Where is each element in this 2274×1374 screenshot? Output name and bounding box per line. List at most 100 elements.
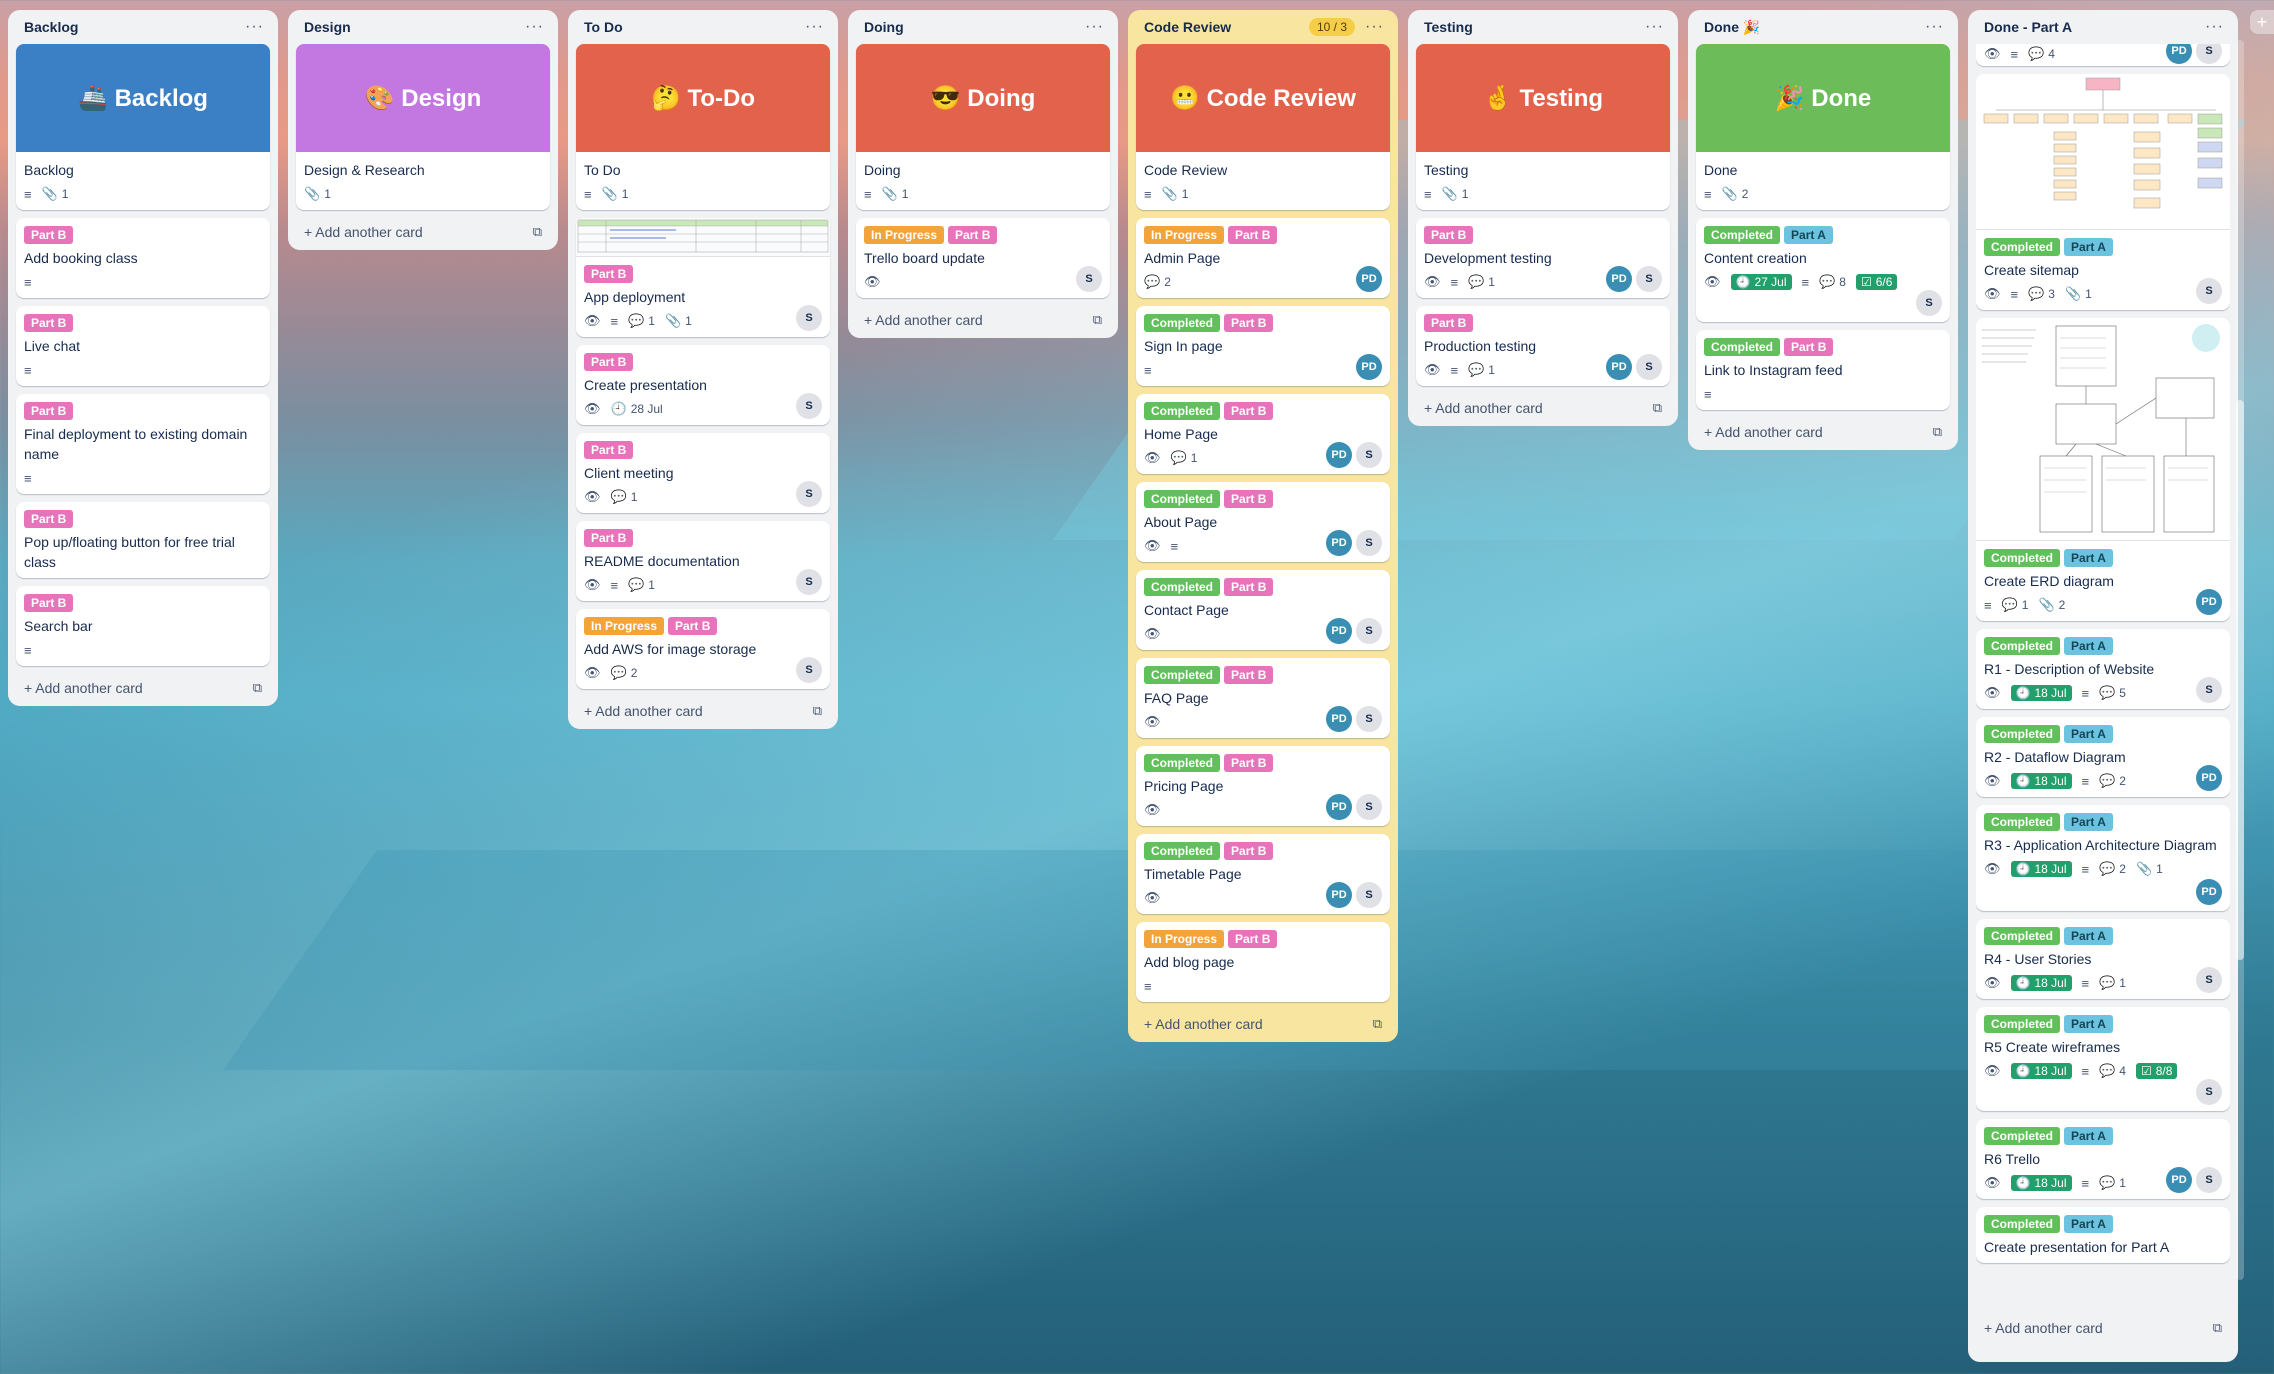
label-part-a[interactable]: Part A (2064, 1015, 2113, 1033)
avatar[interactable]: PD (2196, 879, 2222, 905)
template-icon[interactable]: ⧉ (253, 680, 262, 696)
label-part-b[interactable]: Part B (24, 594, 74, 612)
card[interactable]: Completed Part A R4 - User Stories 👁 🕘 18 J… (1976, 919, 2230, 999)
due-date-badge[interactable]: 🕘 18 Jul (2010, 1063, 2072, 1079)
list-menu-icon[interactable]: ··· (1925, 18, 1944, 36)
label-part-b[interactable]: Part B (24, 510, 74, 528)
add-card-button[interactable]: + Add another card (1424, 400, 1543, 416)
label-in-progress[interactable]: In Progress (1144, 226, 1225, 244)
avatar[interactable]: PD (1326, 618, 1352, 644)
label-part-b[interactable]: Part B (948, 226, 998, 244)
card[interactable]: Part B App deployment 👁 ≡ 💬 1 📎 1 S (576, 218, 830, 337)
card[interactable]: Completed Part A Content creation 👁 🕘 27 Ju… (1696, 218, 1950, 322)
avatar[interactable]: S (1356, 706, 1382, 732)
label-completed[interactable]: Completed (1984, 927, 2061, 945)
label-completed[interactable]: Completed (1144, 314, 1221, 332)
label-part-a[interactable]: Part A (2064, 1127, 2113, 1145)
label-completed[interactable]: Completed (1144, 842, 1221, 860)
label-part-b[interactable]: Part B (584, 529, 634, 547)
avatar[interactable]: PD (1326, 882, 1352, 908)
card[interactable]: Completed Part B Sign In page ≡ PD (1136, 306, 1390, 386)
avatar[interactable]: S (2196, 44, 2222, 64)
template-icon[interactable]: ⧉ (813, 703, 822, 719)
label-part-b[interactable]: Part B (584, 441, 634, 459)
label-completed[interactable]: Completed (1984, 813, 2061, 831)
card[interactable]: Completed Part A R6 Trello 👁 🕘 18 Jul ≡ 💬 1 PD… (1976, 1119, 2230, 1199)
board-scrollbar[interactable] (2236, 40, 2244, 1280)
card[interactable]: Part B Add booking class ≡ (16, 218, 270, 298)
list-menu-icon[interactable]: ··· (1085, 18, 1104, 36)
template-icon[interactable]: ⧉ (2213, 1320, 2222, 1336)
label-completed[interactable]: Completed (1144, 754, 1221, 772)
avatar[interactable]: PD (1356, 266, 1382, 292)
label-part-b[interactable]: Part B (1224, 314, 1274, 332)
due-date-badge[interactable]: 🕘 18 Jul (2010, 685, 2072, 701)
template-icon[interactable]: ⧉ (1933, 424, 1942, 440)
card-backlog-cover[interactable]: 🚢 Backlog Backlog ≡ 📎 1 (16, 44, 270, 210)
avatar[interactable]: PD (1606, 266, 1632, 292)
card-doing-cover[interactable]: 😎 Doing Doing ≡ 📎 1 (856, 44, 1110, 210)
card[interactable]: Part B Development testing 👁 ≡ 💬 1 PD S (1416, 218, 1670, 298)
label-part-b[interactable]: Part B (1224, 402, 1274, 420)
list-menu-icon[interactable]: ··· (1365, 18, 1384, 36)
scrollbar-thumb[interactable] (2236, 400, 2244, 960)
label-part-a[interactable]: Part A (2064, 927, 2113, 945)
avatar[interactable]: PD (2196, 765, 2222, 791)
label-part-a[interactable]: Part A (2064, 549, 2113, 567)
avatar[interactable]: PD (1356, 354, 1382, 380)
avatar[interactable]: PD (1326, 706, 1352, 732)
label-in-progress[interactable]: In Progress (584, 617, 665, 635)
card[interactable]: Part B README documentation 👁 ≡ 💬 1 S (576, 521, 830, 601)
label-completed[interactable]: Completed (1144, 666, 1221, 684)
label-completed[interactable]: Completed (1144, 490, 1221, 508)
label-part-a[interactable]: Part A (1784, 226, 1833, 244)
card[interactable]: 👁 ≡ 💬 4 PD S (1976, 44, 2230, 66)
card[interactable]: Part B Live chat ≡ (16, 306, 270, 386)
label-part-b[interactable]: Part B (1784, 338, 1834, 356)
label-part-b[interactable]: Part B (24, 402, 74, 420)
due-date-badge[interactable]: 🕘 18 Jul (2010, 861, 2072, 877)
label-part-b[interactable]: Part B (1424, 314, 1474, 332)
list-title[interactable]: Code Review (1144, 19, 1231, 35)
avatar[interactable]: PD (2166, 44, 2192, 64)
card[interactable]: Completed Part B Timetable Page 👁 PD S (1136, 834, 1390, 914)
add-card-button[interactable]: + Add another card (1144, 1016, 1263, 1032)
avatar[interactable]: S (2196, 1167, 2222, 1193)
card[interactable]: Part B Production testing 👁 ≡ 💬 1 PD S (1416, 306, 1670, 386)
add-list-button[interactable]: + (2250, 10, 2274, 34)
label-completed[interactable]: Completed (1144, 402, 1221, 420)
label-completed[interactable]: Completed (1704, 226, 1781, 244)
avatar[interactable]: S (796, 481, 822, 507)
label-part-b[interactable]: Part B (1228, 930, 1278, 948)
label-part-a[interactable]: Part A (2064, 725, 2113, 743)
add-card-button[interactable]: + Add another card (24, 680, 143, 696)
list-title[interactable]: Done - Part A (1984, 19, 2072, 35)
avatar[interactable]: S (1356, 618, 1382, 644)
list-title[interactable]: Doing (864, 19, 904, 35)
label-part-b[interactable]: Part B (584, 353, 634, 371)
avatar[interactable]: S (796, 569, 822, 595)
label-completed[interactable]: Completed (1984, 238, 2061, 256)
label-part-a[interactable]: Part A (2064, 813, 2113, 831)
avatar[interactable]: S (1636, 354, 1662, 380)
avatar[interactable]: PD (1326, 530, 1352, 556)
card[interactable]: Completed Part A Create presentation for … (1976, 1207, 2230, 1263)
list-title[interactable]: Done 🎉 (1704, 19, 1760, 36)
label-completed[interactable]: Completed (1704, 338, 1781, 356)
label-completed[interactable]: Completed (1984, 549, 2061, 567)
label-part-b[interactable]: Part B (24, 314, 74, 332)
label-part-b[interactable]: Part B (1228, 226, 1278, 244)
card[interactable]: Part B Pop up/floating button for free t… (16, 502, 270, 578)
list-title[interactable]: Design (304, 19, 351, 35)
avatar[interactable]: PD (2196, 589, 2222, 615)
template-icon[interactable]: ⧉ (1653, 400, 1662, 416)
card[interactable]: Completed Part A R2 - Dataflow Diagram 👁 🕘… (1976, 717, 2230, 797)
card[interactable]: Completed Part B Link to Instagram feed ≡ (1696, 330, 1950, 410)
list-menu-icon[interactable]: ··· (805, 18, 824, 36)
card[interactable]: Completed Part A Create ERD diagram ≡ 💬 1 📎 2… (1976, 318, 2230, 621)
avatar[interactable]: PD (1326, 794, 1352, 820)
label-completed[interactable]: Completed (1144, 578, 1221, 596)
add-card-button[interactable]: + Add another card (864, 312, 983, 328)
list-title[interactable]: Backlog (24, 19, 78, 35)
due-date-badge[interactable]: 🕘 18 Jul (2010, 773, 2072, 789)
